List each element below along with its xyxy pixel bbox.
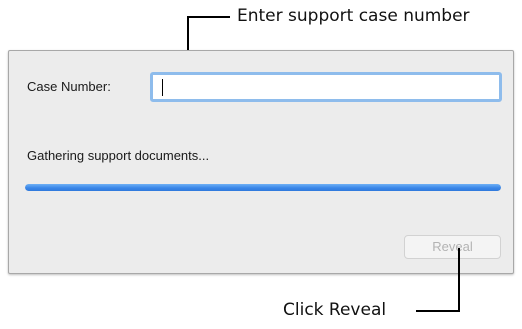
callout-bottom-horizontal-line bbox=[416, 310, 460, 312]
callout-enter-case-number: Enter support case number bbox=[237, 6, 470, 26]
support-case-dialog: Case Number: Gathering support documents… bbox=[8, 50, 514, 274]
callout-click-reveal: Click Reveal bbox=[283, 300, 387, 320]
reveal-button[interactable]: Reveal bbox=[404, 235, 501, 259]
case-number-input[interactable] bbox=[150, 72, 502, 102]
callout-top-horizontal-line bbox=[187, 16, 230, 18]
progress-bar bbox=[25, 184, 501, 191]
case-number-label: Case Number: bbox=[27, 79, 111, 94]
progress-bar-fill bbox=[25, 184, 501, 191]
text-cursor bbox=[162, 79, 163, 96]
callout-bottom-vertical-line bbox=[458, 248, 460, 312]
status-text: Gathering support documents... bbox=[27, 148, 210, 163]
